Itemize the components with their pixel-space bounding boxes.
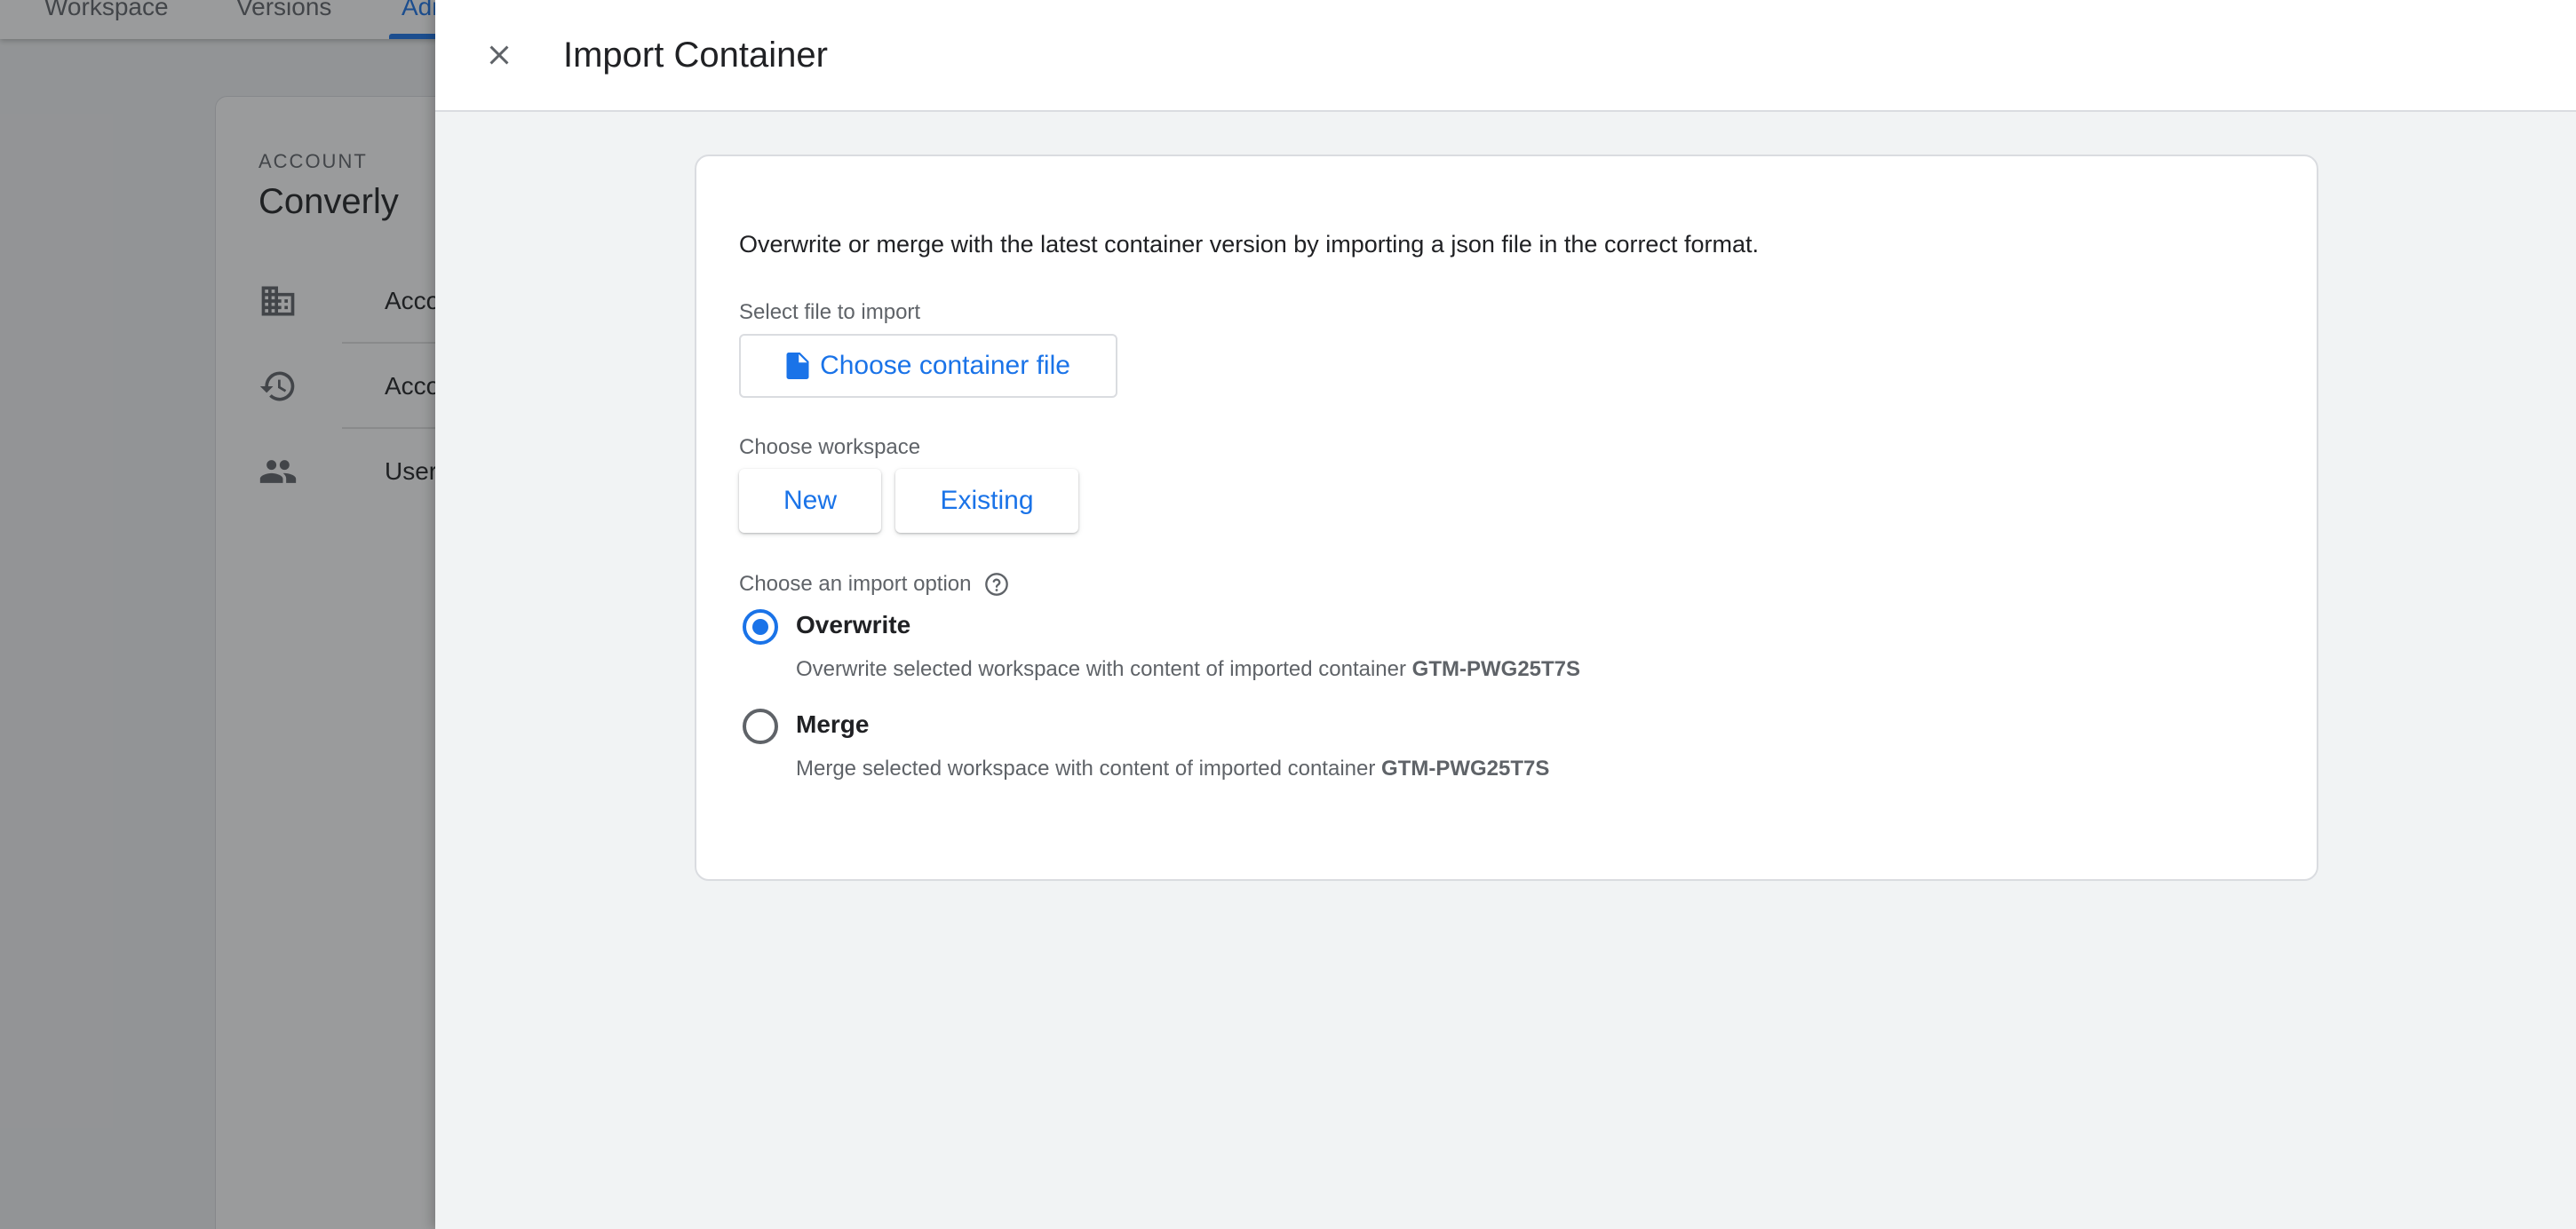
panel-header: Import Container [435, 0, 2576, 112]
file-select-label: Select file to import [739, 300, 921, 324]
workspace-label: Choose workspace [739, 435, 921, 459]
import-form-card: Overwrite or merge with the latest conta… [695, 155, 2318, 881]
file-icon [786, 353, 809, 379]
container-id: GTM-PWG25T7S [1381, 757, 1550, 781]
workspace-existing-button[interactable]: Existing [895, 469, 1078, 533]
help-icon[interactable] [984, 572, 1009, 597]
merge-radio[interactable] [743, 709, 778, 744]
merge-description: Merge selected workspace with content of… [796, 757, 1550, 781]
intro-text: Overwrite or merge with the latest conta… [739, 231, 1759, 258]
import-option-label: Choose an import option [739, 572, 972, 596]
import-container-panel: Import Container Overwrite or merge with… [435, 0, 2576, 1229]
merge-title: Merge [796, 710, 870, 738]
import-option-overwrite[interactable]: Overwrite Overwrite selected workspace w… [739, 607, 1983, 687]
choose-container-file-button[interactable]: Choose container file [739, 334, 1117, 398]
choose-container-file-label: Choose container file [820, 351, 1070, 380]
close-button[interactable] [474, 30, 524, 80]
import-option-label-row: Choose an import option [739, 572, 1009, 597]
container-id: GTM-PWG25T7S [1411, 657, 1581, 681]
panel-title: Import Container [563, 36, 828, 75]
import-option-merge[interactable]: Merge Merge selected workspace with cont… [739, 707, 1983, 787]
overwrite-title: Overwrite [796, 611, 911, 638]
overwrite-description: Overwrite selected workspace with conten… [796, 657, 1581, 681]
overwrite-radio[interactable] [743, 609, 778, 645]
close-icon [489, 45, 509, 65]
workspace-new-button[interactable]: New [739, 469, 881, 533]
